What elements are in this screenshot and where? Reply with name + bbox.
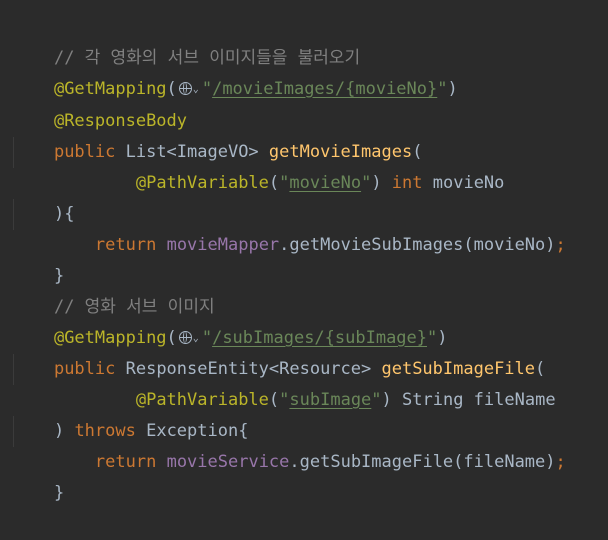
code-line-10[interactable]: @GetMapping(⌄ "/subImages/{subImage}") xyxy=(13,292,448,348)
code-line-3[interactable]: @ResponseBody xyxy=(13,75,187,131)
code-line-2[interactable]: @GetMapping(⌄ "/movieImages/{movieNo}") xyxy=(13,43,458,99)
code-line-7[interactable]: return movieMapper.getMovieSubImages(mov… xyxy=(13,199,566,255)
code-line-5[interactable]: @PathVariable("movieNo") int movieNo xyxy=(13,137,505,193)
method-call: .getSubImageFile(fileName) xyxy=(289,452,556,472)
field-name: movieService xyxy=(166,452,290,472)
string-quote: " xyxy=(201,79,213,99)
code-line-9[interactable]: // 영화 서브 이미지 xyxy=(13,261,215,317)
paren: ( xyxy=(268,390,280,410)
url-path-link[interactable]: /movieImages/{movieNo} xyxy=(212,79,437,99)
string-quote: " xyxy=(279,390,290,410)
code-line-14[interactable]: return movieService.getSubImageFile(file… xyxy=(13,416,566,472)
string-quote: " xyxy=(437,79,448,99)
code-line-8[interactable]: } xyxy=(13,230,64,286)
chevron-down-icon[interactable]: ⌄ xyxy=(193,74,199,105)
string-quote: " xyxy=(361,173,372,193)
code-line-11[interactable]: public ResponseEntity<Resource> getSubIm… xyxy=(13,323,545,379)
annotation: @PathVariable xyxy=(135,173,269,193)
semicolon: ; xyxy=(555,452,566,472)
method-call: .getMovieSubImages(movieNo) xyxy=(279,235,556,255)
keyword: return xyxy=(94,452,157,472)
code-line-12[interactable]: @PathVariable("subImage") String fileNam… xyxy=(13,354,556,410)
string-literal[interactable]: subImage xyxy=(289,390,371,410)
code-line-13[interactable]: ) throws Exception{ xyxy=(13,385,249,441)
string-literal[interactable]: movieNo xyxy=(289,173,361,193)
code-editor[interactable]: // 각 영화의 서브 이미지들을 불러오기 @GetMapping(⌄ "/mo… xyxy=(0,0,608,503)
code-line-15[interactable]: } xyxy=(13,447,64,503)
paren: ) xyxy=(447,79,458,99)
keyword: return xyxy=(94,235,157,255)
code-line-1[interactable]: // 각 영화의 서브 이미지들을 불러오기 xyxy=(13,12,360,68)
keyword: int xyxy=(391,173,423,193)
string-quote: " xyxy=(279,173,290,193)
brace: } xyxy=(53,483,65,503)
code-line-4[interactable]: public List<ImageVO> getMovieImages( xyxy=(13,106,423,162)
field-name: movieMapper xyxy=(166,235,280,255)
paren: ( xyxy=(268,173,280,193)
paren: ) xyxy=(371,173,392,193)
parameter: movieNo xyxy=(422,173,505,193)
paren: ) xyxy=(381,390,392,410)
string-quote: " xyxy=(371,390,382,410)
code-line-6[interactable]: ){ xyxy=(13,168,74,224)
semicolon: ; xyxy=(555,235,566,255)
parameter: String fileName xyxy=(391,390,556,410)
